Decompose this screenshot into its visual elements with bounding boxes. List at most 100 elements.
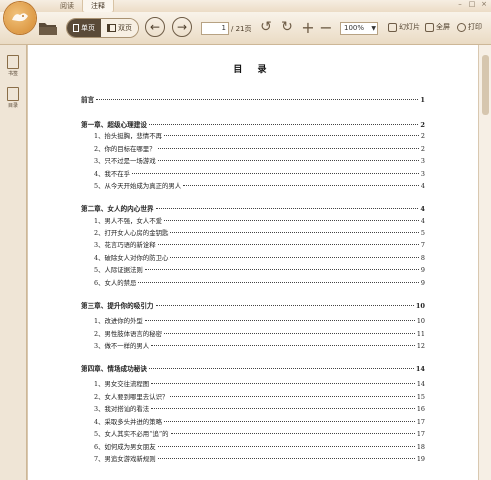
minimize-icon[interactable]: – (455, 0, 465, 9)
toc-item-row[interactable]: 2、男性肢体语言的秘密 11 (94, 329, 425, 338)
toc-entry-text: 1、男人不强，女人不爱 (94, 217, 162, 225)
toc-page-number: 15 (416, 393, 425, 401)
toc-entry-text: 3、做不一样的男人 (94, 342, 150, 350)
toc-item-row[interactable]: 4、破除女人对你的防卫心 8 (94, 253, 425, 262)
toc-entry-text: 2、女人要到哪里去认识？ (94, 393, 169, 401)
toc-chapter-row[interactable]: 第二章、女人的内心世界 4 (81, 203, 425, 213)
toc-leader-dots (157, 458, 415, 459)
toc-entry-text: 1、改进你的外型 (94, 317, 143, 325)
maximize-icon[interactable]: □ (467, 0, 477, 9)
toc-item-row[interactable]: 3、我对搭讪的看法 16 (94, 404, 425, 413)
print-button[interactable]: 打印 (457, 22, 482, 32)
slideshow-button[interactable]: 幻灯片 (388, 22, 420, 32)
toc-chapter-row[interactable]: 第四章、情场成功秘诀 14 (81, 363, 425, 373)
toc-page-number: 2 (420, 145, 425, 153)
toc-item-row[interactable]: 1、男女交往流程图 14 (94, 379, 425, 388)
toc-entry-text: 1、抬头挺胸，悲情不再 (94, 132, 162, 140)
rotate-right-icon[interactable]: ↻ (279, 19, 295, 35)
toc-item-row[interactable]: 6、如何成为男女朋友 18 (94, 442, 425, 451)
toc-leader-dots (183, 185, 419, 186)
toc-item-row[interactable]: 1、改进你的外型 10 (94, 316, 425, 325)
toc-chapter-row[interactable]: 第一章、超级心理建设 2 (81, 119, 425, 129)
prev-page-button[interactable]: ← (145, 17, 165, 37)
rotate-left-icon[interactable]: ↺ (258, 19, 274, 35)
toc-entry-text: 4、采取多头并进的策略 (94, 418, 162, 426)
open-folder-icon[interactable] (38, 20, 58, 36)
toc-page-number: 14 (415, 365, 425, 373)
toc-leader-dots (163, 421, 415, 422)
toc-page-number: 2 (420, 121, 425, 129)
toc-item-row[interactable]: 5、人际证据法则 9 (94, 265, 425, 274)
toc-item-row[interactable]: 3、只不过是一场游戏 3 (94, 156, 425, 165)
vertical-scrollbar[interactable] (478, 45, 491, 480)
toc-page-number: 11 (416, 330, 425, 338)
tab-read[interactable]: 阅读 (52, 0, 82, 12)
toc-entry-text: 5、女人其实不必用“追”的 (94, 430, 169, 438)
app-logo-icon[interactable] (4, 2, 36, 34)
toc-item-row[interactable]: 2、女人要到哪里去认识？ 15 (94, 392, 425, 401)
sidebar-item-bookmark[interactable]: 书签 (2, 55, 24, 77)
double-page-button[interactable]: 双页 (101, 19, 138, 37)
toc-item-row[interactable]: 4、我不在乎 3 (94, 169, 425, 178)
toc-leader-dots (155, 305, 414, 306)
single-page-button[interactable]: 单页 (67, 19, 101, 37)
fullscreen-button[interactable]: 全屏 (425, 22, 450, 32)
toc-entry-text: 4、破除女人对你的防卫心 (94, 254, 169, 262)
toc-leader-dots (96, 99, 419, 100)
toc-item-row[interactable]: 3、做不一样的男人 12 (94, 341, 425, 350)
toc-entry-text: 第二章、女人的内心世界 (81, 205, 154, 213)
toc-title: 目 录 (233, 65, 273, 75)
toc-page-number: 10 (415, 302, 425, 310)
toc-item-row[interactable]: 1、男人不强，女人不爱 4 (94, 216, 425, 225)
toc-leader-dots (170, 257, 419, 258)
toc-entry-text: 2、你的目标在哪里？ (94, 145, 156, 153)
toc-chapter-row[interactable]: 第三章、提升你的吸引力 10 (81, 300, 425, 310)
zoom-in-icon[interactable]: + (300, 18, 316, 37)
toc-chapter-row[interactable]: 前言 1 (81, 94, 425, 104)
sidebar: 书签 目录 (0, 45, 27, 480)
toc-leader-dots (157, 244, 419, 245)
close-icon[interactable]: × (479, 0, 489, 9)
toc-item-row[interactable]: 4、采取多头并进的策略 17 (94, 417, 425, 426)
toc-item-row[interactable]: 3、花言巧语的新诠释 7 (94, 240, 425, 249)
zoom-select[interactable]: 100% ▼ (340, 22, 378, 35)
toc-page-number: 7 (420, 241, 425, 249)
toc-page-number: 4 (420, 217, 425, 225)
toc-leader-dots (170, 396, 415, 397)
zoom-out-icon[interactable]: − (318, 18, 334, 37)
toc-item-row[interactable]: 2、打开女人心房的金钥匙 5 (94, 228, 425, 237)
toc-leader-dots (157, 446, 415, 447)
toc-item-row[interactable]: 7、男追女游戏新规则 19 (94, 454, 425, 463)
toc-entry-text: 2、男性肢体语言的秘密 (94, 330, 162, 338)
toc-item-row[interactable]: 5、从今天开始成为真正的男人 4 (94, 181, 425, 190)
contents-icon (7, 87, 19, 101)
next-page-button[interactable]: → (172, 17, 192, 37)
toc-leader-dots (151, 408, 415, 409)
scrollbar-thumb[interactable] (482, 55, 489, 115)
toc-page-number: 5 (420, 229, 425, 237)
toc-item-row[interactable]: 1、抬头挺胸，悲情不再 2 (94, 131, 425, 140)
toc-leader-dots (132, 173, 419, 174)
toc-entry-text: 1、男女交往流程图 (94, 380, 150, 388)
sidebar-item-contents[interactable]: 目录 (2, 87, 24, 109)
toc-leader-dots (151, 345, 415, 346)
toc-page-number: 1 (420, 96, 425, 104)
toc-entry-text: 3、我对搭讪的看法 (94, 405, 150, 413)
toc-entry-text: 第四章、情场成功秘诀 (81, 365, 147, 373)
page-total: / 21页 (231, 25, 252, 33)
toc-page-number: 2 (420, 132, 425, 140)
toc-leader-dots (151, 383, 415, 384)
double-page-icon (107, 24, 116, 32)
toc-page-number: 16 (416, 405, 425, 413)
print-label: 打印 (468, 23, 482, 31)
toc-item-row[interactable]: 6、女人的禁忌 9 (94, 278, 425, 287)
toc-page-number: 3 (420, 170, 425, 178)
toc-item-row[interactable]: 2、你的目标在哪里？ 2 (94, 144, 425, 153)
toc-page-number: 9 (420, 279, 425, 287)
page-number-input[interactable]: 1 (201, 22, 229, 35)
toc-item-row[interactable]: 5、女人其实不必用“追”的 17 (94, 429, 425, 438)
arrow-right-icon: → (176, 20, 188, 34)
bookmark-icon (7, 55, 19, 69)
title-bar: 阅读 注释 – □ × (0, 0, 491, 13)
toc-leader-dots (170, 232, 419, 233)
